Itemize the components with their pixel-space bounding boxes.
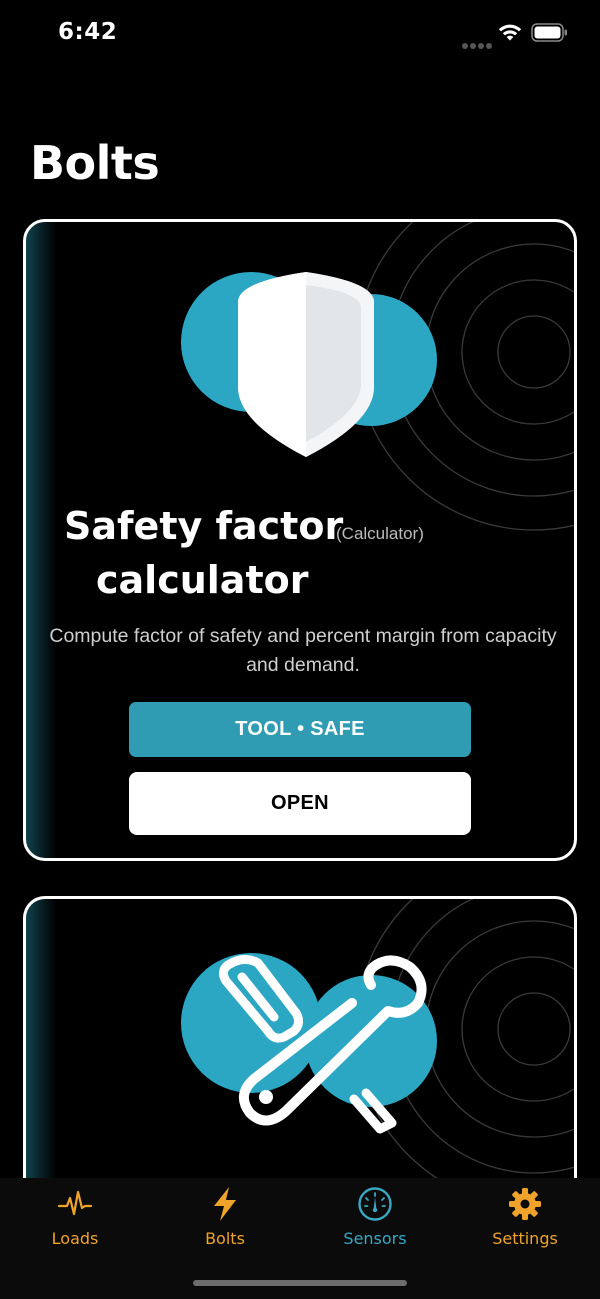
card-category-tag: (Calculator) — [336, 524, 424, 543]
tab-label: Loads — [51, 1229, 99, 1248]
card-title-continued: calculator — [96, 558, 309, 602]
pulse-icon — [57, 1190, 93, 1216]
page-title: Bolts — [30, 136, 160, 190]
gear-icon — [509, 1188, 541, 1220]
status-time: 6:42 — [58, 19, 118, 45]
tab-label: Sensors — [343, 1229, 407, 1248]
card-glow — [26, 222, 56, 858]
home-indicator[interactable] — [193, 1280, 407, 1286]
card-description: Compute factor of safety and percent mar… — [49, 625, 557, 676]
shield-icon — [181, 272, 437, 457]
tab-bolts[interactable]: Bolts — [150, 1178, 300, 1268]
tab-loads[interactable]: Loads — [0, 1178, 150, 1268]
lightning-icon — [214, 1187, 236, 1221]
tool-card-safety-factor[interactable]: Safety factor (Calculator) calculator Co… — [23, 219, 577, 861]
tab-settings[interactable]: Settings — [450, 1178, 600, 1268]
card-title: Safety factor — [64, 504, 344, 548]
tab-label: Settings — [492, 1229, 558, 1248]
status-bar: 6:42 — [0, 0, 600, 66]
tab-sensors[interactable]: Sensors — [300, 1178, 450, 1268]
tool-safe-badge: TOOL • SAFE — [129, 702, 471, 757]
tab-label: Bolts — [205, 1229, 245, 1248]
wifi-icon — [498, 24, 522, 41]
gauge-icon — [358, 1187, 392, 1221]
tools-icon — [181, 953, 437, 1134]
battery-icon — [531, 23, 567, 42]
open-button[interactable]: OPEN — [129, 772, 471, 835]
cellular-signal-icon — [462, 36, 494, 54]
